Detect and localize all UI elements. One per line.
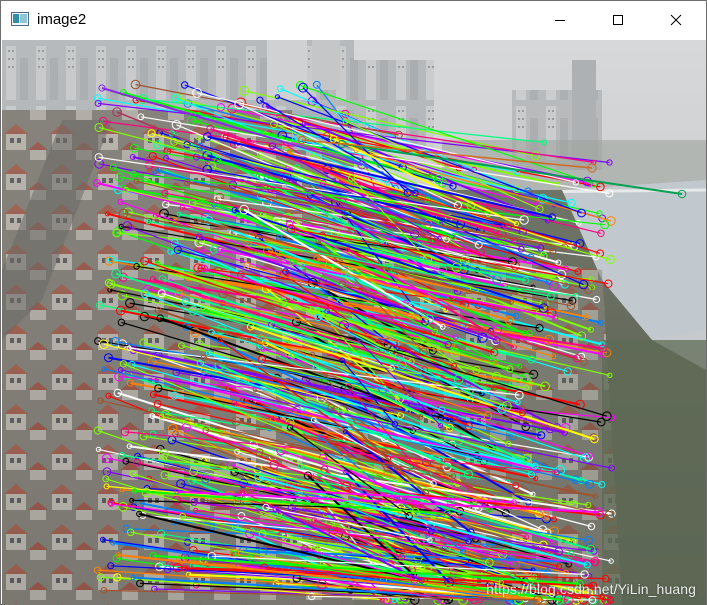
minimize-icon	[555, 20, 565, 21]
minimize-button[interactable]	[537, 1, 583, 39]
window-title: image2	[37, 11, 87, 28]
maximize-button[interactable]	[595, 1, 641, 39]
watermark-text: https://blog.csdn.net/YiLin_huang	[486, 581, 696, 597]
app-window: image2 https://blog.csdn.net/YiLin_huang	[0, 0, 707, 605]
title-bar[interactable]: image2	[1, 1, 706, 39]
close-icon	[670, 14, 682, 26]
feature-match-image	[2, 40, 706, 605]
maximize-icon	[613, 15, 623, 25]
opencv-window-icon	[11, 12, 29, 26]
image-canvas: https://blog.csdn.net/YiLin_huang	[2, 40, 706, 605]
close-button[interactable]	[653, 1, 699, 39]
